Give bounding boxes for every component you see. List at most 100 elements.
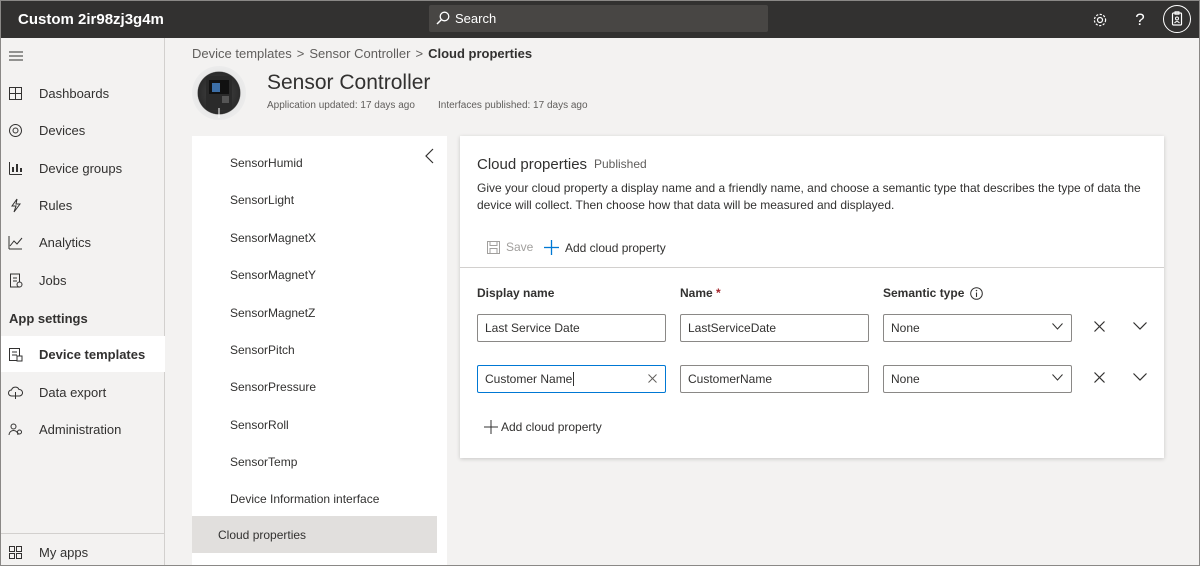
data-export-icon	[8, 386, 23, 399]
sidebar-item-device-groups[interactable]: Device groups	[1, 150, 165, 186]
device-image	[192, 66, 246, 120]
name-input[interactable]: LastServiceDate	[680, 314, 869, 342]
sidebar-item-label: Device templates	[39, 347, 146, 362]
column-semantic-type: Semantic type	[883, 286, 984, 300]
interface-item-cloud-properties[interactable]: Cloud properties	[192, 516, 437, 553]
sidebar-item-rules[interactable]: Rules	[1, 187, 165, 223]
search-icon	[436, 11, 450, 25]
interface-item[interactable]: SensorMagnetX	[230, 231, 316, 245]
sidebar-item-label: Device groups	[39, 161, 123, 176]
save-button[interactable]: Save	[487, 240, 533, 254]
save-label: Save	[506, 240, 534, 254]
display-name-input[interactable]: Customer Name	[477, 365, 666, 393]
semantic-type-dropdown[interactable]: None	[883, 365, 1072, 393]
sidebar-item-data-export[interactable]: Data export	[1, 374, 165, 410]
breadcrumb-separator: >	[415, 46, 424, 61]
published-status: Published	[594, 157, 647, 171]
column-name-label: Name	[680, 286, 713, 300]
cloud-properties-card: Cloud properties Published Give your clo…	[460, 136, 1164, 458]
add-icon	[544, 240, 559, 255]
card-title: Cloud properties	[477, 156, 588, 173]
delete-row-close-icon[interactable]	[1089, 316, 1109, 336]
dashboard-icon	[9, 87, 22, 100]
jobs-icon	[10, 273, 23, 288]
name-input[interactable]: CustomerName	[680, 365, 869, 393]
sidebar: Dashboards Devices Device groups Rules A…	[0, 38, 165, 566]
interface-item[interactable]: SensorPressure	[230, 380, 316, 394]
sidebar-item-label: My apps	[39, 545, 89, 560]
interface-item[interactable]: Device Information interface	[230, 492, 379, 506]
sidebar-item-dashboards[interactable]: Dashboards	[1, 75, 165, 111]
interfaces-panel: SensorHumid SensorLight SensorMagnetX Se…	[192, 136, 447, 566]
interface-item[interactable]: SensorTemp	[230, 455, 297, 469]
sidebar-item-device-templates[interactable]: Device templates	[1, 336, 165, 372]
display-name-value: Customer Name	[485, 372, 573, 386]
sidebar-item-label: Devices	[39, 123, 86, 138]
sidebar-item-jobs[interactable]: Jobs	[1, 262, 165, 298]
sidebar-item-label: Administration	[39, 422, 122, 437]
required-marker: *	[716, 286, 721, 300]
column-display-name: Display name	[477, 286, 555, 300]
breadcrumb-device-templates[interactable]: Device templates	[192, 46, 292, 61]
search-placeholder: Search	[455, 11, 497, 26]
sidebar-item-my-apps[interactable]: My apps	[1, 534, 165, 566]
add-cloud-property-link[interactable]: Add cloud property	[484, 420, 602, 434]
devices-icon	[9, 124, 22, 137]
avatar[interactable]	[1163, 5, 1191, 33]
add-cloud-property-button[interactable]: Add cloud property	[544, 240, 666, 255]
hamburger-menu-icon[interactable]	[9, 50, 23, 65]
sidebar-item-label: Analytics	[39, 235, 92, 250]
breadcrumb-current: Cloud properties	[428, 46, 533, 61]
device-templates-icon	[9, 348, 23, 362]
chevron-down-icon	[1052, 374, 1063, 381]
search-box[interactable]: Search	[429, 5, 768, 32]
interface-item[interactable]: SensorLight	[230, 193, 294, 207]
expand-row-chevron-down-icon[interactable]	[1130, 316, 1150, 336]
save-icon	[487, 240, 500, 254]
semantic-type-value: None	[891, 321, 920, 335]
semantic-type-dropdown[interactable]: None	[883, 314, 1072, 342]
interface-item-label: Cloud properties	[218, 528, 307, 542]
chevron-down-icon	[1052, 323, 1063, 330]
top-bar: Custom 2ir98zj3g4m Search ?	[0, 0, 1200, 38]
display-name-input[interactable]: Last Service Date	[477, 314, 666, 342]
collapse-panel-chevron-icon[interactable]	[424, 148, 436, 167]
interfaces-published-text: Interfaces published: 17 days ago	[438, 100, 588, 111]
clear-input-close-icon[interactable]	[648, 374, 657, 383]
delete-row-close-icon[interactable]	[1089, 367, 1109, 387]
sidebar-item-label: Dashboards	[39, 86, 110, 101]
sidebar-item-administration[interactable]: Administration	[1, 411, 165, 447]
interface-item[interactable]: SensorMagnetZ	[230, 306, 315, 320]
device-groups-icon	[9, 162, 22, 175]
app-title[interactable]: Custom 2ir98zj3g4m	[18, 11, 164, 28]
interface-item[interactable]: SensorPitch	[230, 343, 295, 357]
app-updated-text: Application updated: 17 days ago	[267, 100, 415, 111]
rules-icon	[11, 198, 21, 213]
sidebar-section-heading: App settings	[9, 311, 88, 326]
interface-item[interactable]: SensorHumid	[230, 156, 303, 170]
interface-item[interactable]: SensorRoll	[230, 418, 289, 432]
sidebar-item-analytics[interactable]: Analytics	[1, 224, 165, 260]
my-apps-icon	[9, 546, 22, 559]
settings-icon[interactable]	[1088, 8, 1112, 32]
page-title: Sensor Controller	[267, 71, 431, 94]
column-semantic-type-label: Semantic type	[883, 286, 965, 300]
sidebar-item-label: Data export	[39, 385, 107, 400]
semantic-type-value: None	[891, 372, 920, 386]
help-icon[interactable]: ?	[1128, 8, 1152, 32]
add-cloud-property-label: Add cloud property	[501, 420, 602, 434]
breadcrumb-separator: >	[296, 46, 305, 61]
sidebar-item-devices[interactable]: Devices	[1, 112, 165, 148]
sidebar-item-label: Rules	[39, 198, 73, 213]
breadcrumb-sensor-controller[interactable]: Sensor Controller	[309, 46, 410, 61]
column-name: Name *	[680, 286, 721, 300]
analytics-icon	[8, 236, 23, 250]
breadcrumb: Device templates > Sensor Controller > C…	[192, 46, 532, 61]
expand-row-chevron-down-icon[interactable]	[1130, 367, 1150, 387]
info-icon[interactable]	[970, 286, 984, 300]
add-cloud-property-label: Add cloud property	[565, 240, 666, 255]
administration-icon	[8, 423, 22, 436]
interface-item[interactable]: SensorMagnetY	[230, 268, 316, 282]
sidebar-item-label: Jobs	[39, 273, 67, 288]
add-icon	[484, 420, 498, 434]
